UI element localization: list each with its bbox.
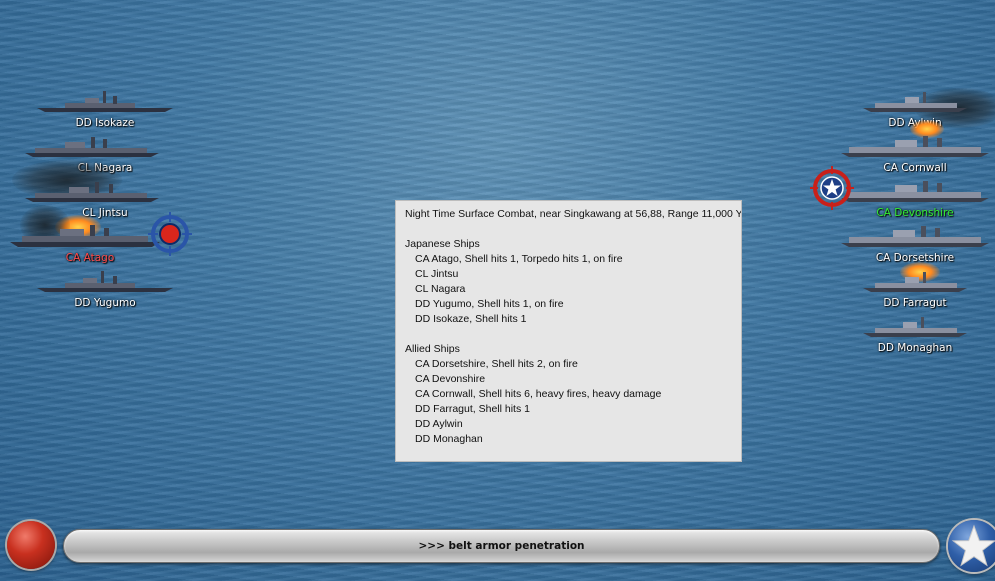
ship-label: DD Monaghan (877, 342, 953, 354)
ship-label: CA Atago (65, 252, 115, 264)
star-icon (951, 524, 995, 567)
report-line: DD Yugumo, Shell hits 1, on fire (415, 298, 564, 310)
destroyer-silhouette-icon (863, 317, 967, 337)
report-line: CA Cornwall, Shell hits 6, heavy fires, … (415, 388, 662, 400)
heavy-cruiser-silhouette-icon (841, 136, 989, 157)
battle-screen: DD Isokaze CL Nagara CL Jintsu (0, 0, 995, 581)
japanese-ship-1[interactable]: DD Isokaze (25, 88, 185, 132)
allied-ship-2[interactable]: CA Cornwall (835, 133, 995, 177)
report-line: DD Isokaze, Shell hits 1 (415, 313, 527, 325)
report-line: CA Devonshire (415, 373, 486, 385)
report-line: CA Dorsetshire, Shell hits 2, on fire (415, 358, 578, 370)
report-line: DD Aylwin (415, 418, 463, 430)
cruiser-silhouette-icon (25, 137, 159, 157)
report-spacer (405, 327, 741, 342)
report-header: Night Time Surface Combat, near Singkawa… (405, 208, 742, 220)
allied-ship-3[interactable]: CA Devonshire (835, 178, 995, 222)
crosshair-star-icon[interactable] (810, 166, 854, 210)
message-bar: >>> belt armor penetration (63, 529, 940, 563)
japanese-ship-4[interactable]: CA Atago (10, 223, 170, 267)
ship-label: DD Isokaze (75, 117, 135, 129)
heavy-cruiser-silhouette-icon (841, 181, 989, 202)
report-line: CL Nagara (415, 283, 466, 295)
japanese-ships-heading: Japanese Ships (405, 238, 480, 250)
report-line: DD Monaghan (415, 433, 483, 445)
report-spacer (405, 222, 741, 237)
allied-ship-5[interactable]: DD Farragut (835, 268, 995, 312)
japanese-ship-5[interactable]: DD Yugumo (25, 268, 185, 312)
destroyer-silhouette-icon (37, 271, 173, 292)
ship-label: CA Devonshire (876, 207, 954, 219)
crosshair-icon[interactable] (148, 212, 192, 256)
report-line: DD Farragut, Shell hits 1 (415, 403, 530, 415)
allied-ships-heading: Allied Ships (405, 343, 460, 355)
bottom-bar: >>> belt armor penetration (0, 515, 995, 581)
cruiser-silhouette-icon (25, 182, 159, 202)
us-star-icon[interactable] (948, 520, 995, 572)
destroyer-silhouette-icon (863, 92, 967, 112)
report-line: CL Jintsu (415, 268, 459, 280)
combat-report-panel: Night Time Surface Combat, near Singkawa… (395, 200, 742, 462)
ship-label: DD Farragut (883, 297, 947, 309)
heavy-cruiser-silhouette-icon (841, 226, 989, 247)
heavy-cruiser-silhouette-icon (10, 225, 160, 247)
red-orb-icon[interactable] (7, 521, 55, 569)
report-line: CA Atago, Shell hits 1, Torpedo hits 1, … (415, 253, 623, 265)
destroyer-silhouette-icon (863, 272, 967, 292)
destroyer-silhouette-icon (37, 91, 173, 112)
allied-ship-4[interactable]: CA Dorsetshire (835, 223, 995, 267)
allied-ship-6[interactable]: DD Monaghan (835, 313, 995, 357)
message-text: >>> belt armor penetration (418, 540, 585, 552)
ship-label: DD Yugumo (74, 297, 136, 309)
ship-label: CA Cornwall (883, 162, 947, 174)
